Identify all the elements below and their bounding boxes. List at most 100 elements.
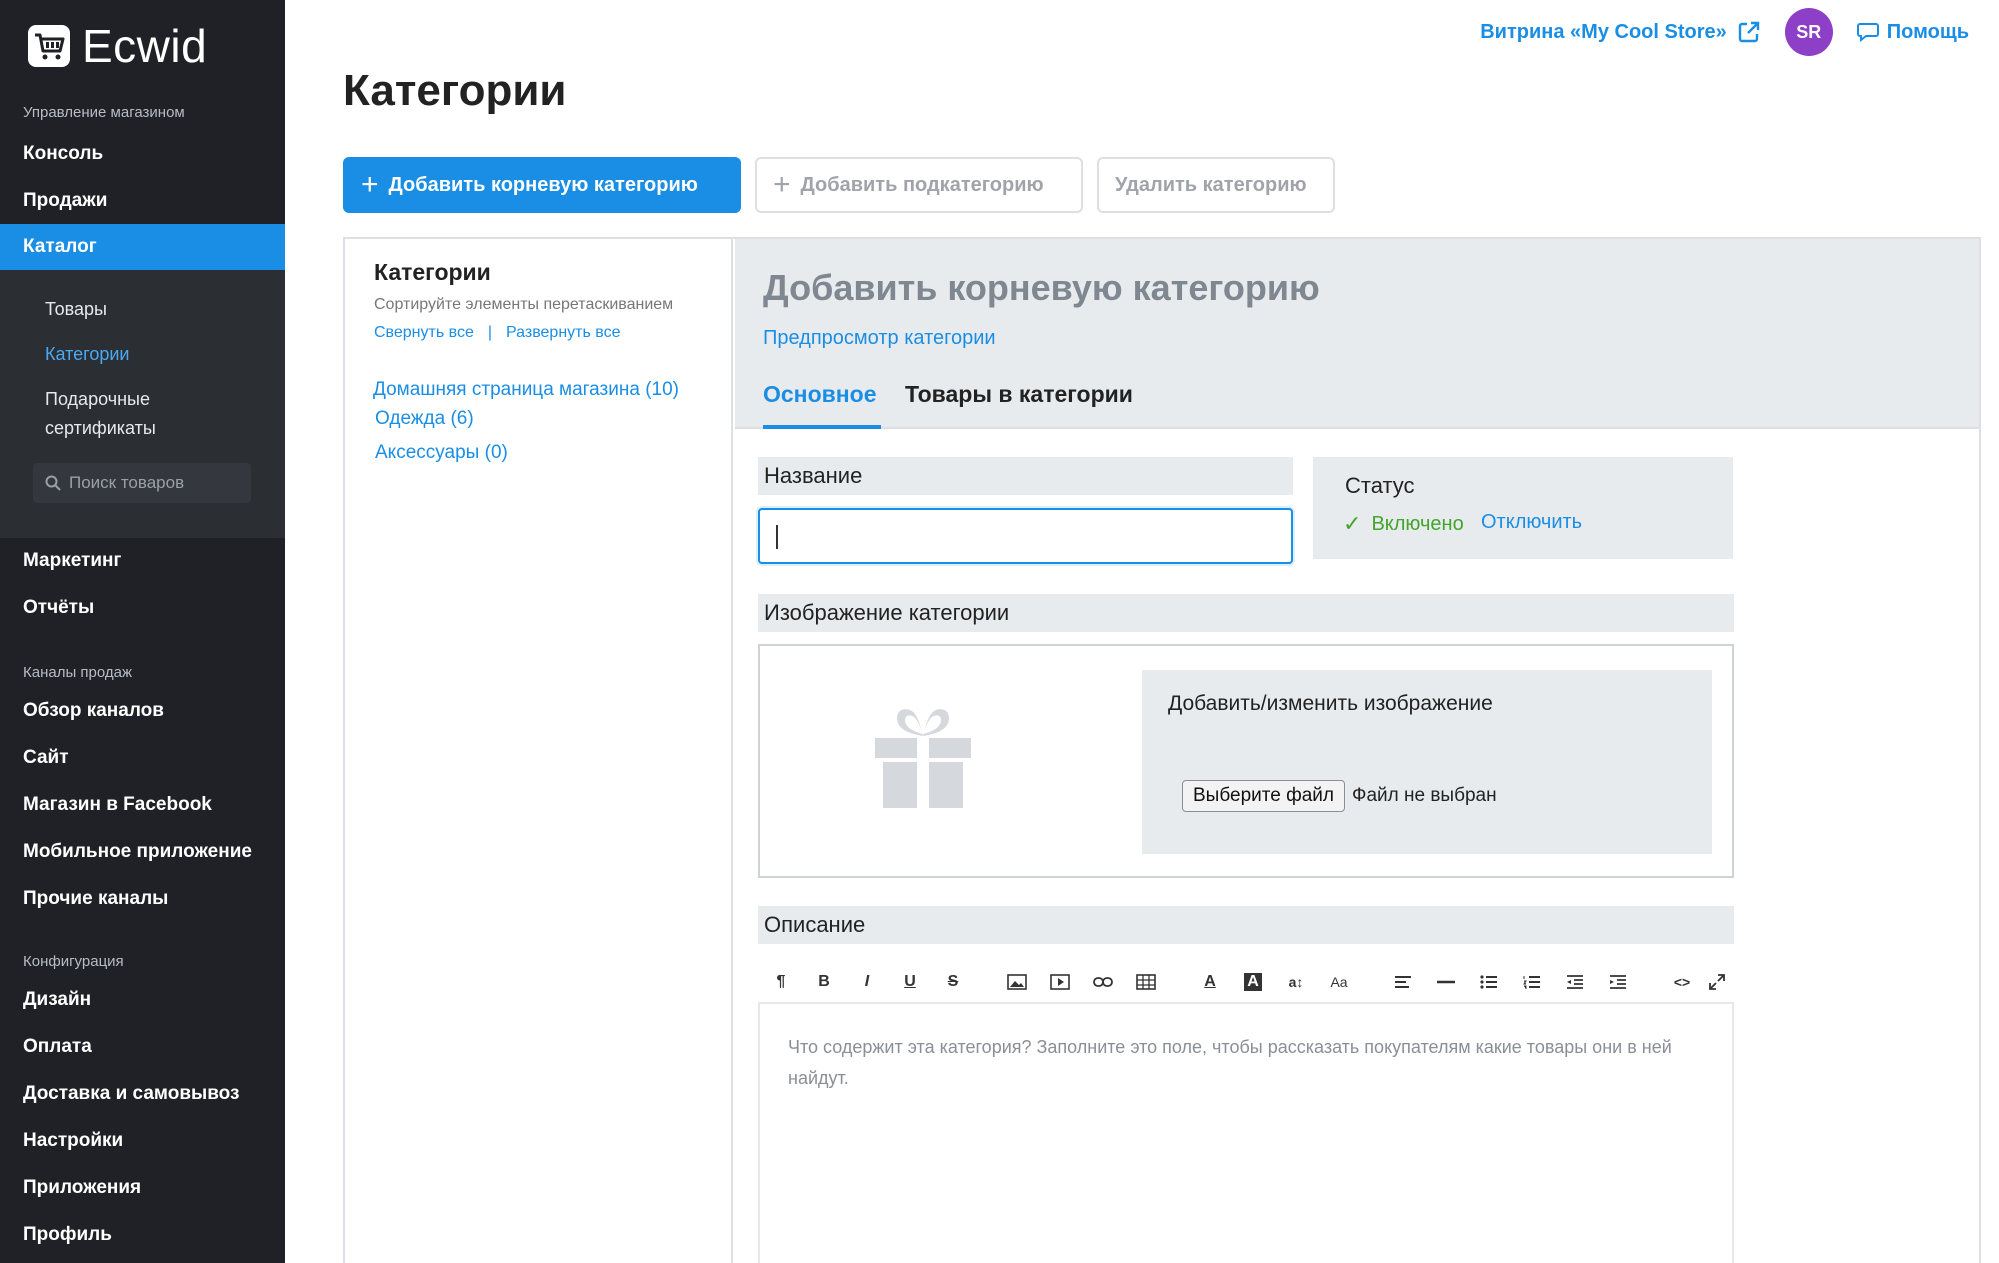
sidebar-subitem-gift-cards-line2[interactable]: сертификаты — [45, 414, 156, 443]
sidebar-item-label: Каталог — [23, 236, 97, 257]
sidebar-item-apps[interactable]: Приложения — [23, 1177, 141, 1199]
image-change-title: Добавить/изменить изображение — [1168, 692, 1493, 715]
collapse-all-link[interactable]: Свернуть все — [374, 324, 474, 341]
font-size-icon[interactable]: a↕ — [1283, 970, 1309, 994]
sidebar-subitem-categories[interactable]: Категории — [45, 340, 129, 369]
expand-all-link[interactable]: Развернуть все — [506, 324, 620, 341]
font-family-icon[interactable]: Aa — [1326, 970, 1352, 994]
image-icon[interactable] — [1004, 970, 1030, 994]
storefront-link-label: Витрина «My Cool Store» — [1480, 20, 1727, 43]
name-label: Название — [758, 457, 1293, 495]
category-name-input[interactable] — [758, 508, 1293, 564]
table-icon[interactable] — [1133, 970, 1159, 994]
status-label: Статус — [1345, 473, 1415, 498]
underline-icon[interactable]: U — [897, 970, 923, 994]
status-enabled: ✓ Включено — [1343, 511, 1464, 537]
video-icon[interactable] — [1047, 970, 1073, 994]
numbered-list-icon[interactable] — [1519, 970, 1545, 994]
check-icon: ✓ — [1343, 511, 1362, 536]
sidebar-item-mobile-app[interactable]: Мобильное приложение — [23, 841, 252, 863]
horizontal-line-icon[interactable] — [1433, 970, 1459, 994]
active-tab-indicator — [763, 425, 881, 429]
delete-category-label: Удалить категорию — [1115, 173, 1307, 196]
sidebar-subitem-gift-cards[interactable]: Подарочные — [45, 385, 150, 414]
gift-icon — [875, 709, 971, 808]
search-placeholder: Поиск товаров — [69, 473, 185, 492]
tree-item-accessories[interactable]: Аксессуары (0) — [375, 442, 508, 464]
delete-category-button[interactable]: Удалить категорию — [1097, 157, 1335, 213]
add-root-category-button[interactable]: + Добавить корневую категорию — [343, 157, 741, 213]
add-subcategory-button[interactable]: + Добавить подкатегорию — [755, 157, 1083, 213]
editor-toolbar: ¶ B I U S A A a↕ Aa <> — [758, 960, 1734, 1004]
sidebar-item-profile[interactable]: Профиль — [23, 1224, 112, 1246]
plus-icon: + — [773, 168, 791, 201]
sidebar-subitem-products[interactable]: Товары — [45, 295, 107, 324]
sidebar-item-settings[interactable]: Настройки — [23, 1130, 123, 1152]
editor-header: Добавить корневую категорию Предпросмотр… — [735, 239, 1979, 429]
description-editor[interactable]: Что содержит эта категория? Заполните эт… — [758, 1004, 1734, 1263]
search-icon — [45, 475, 61, 491]
logo-text: Ecwid — [82, 20, 208, 72]
section-configuration: Конфигурация — [23, 953, 124, 970]
cart-icon — [28, 25, 70, 67]
help-label: Помощь — [1886, 20, 1969, 43]
tree-links: Свернуть все | Развернуть все — [374, 324, 620, 342]
link-icon[interactable] — [1090, 970, 1116, 994]
tab-general[interactable]: Основное — [763, 381, 877, 408]
text-color-icon[interactable]: A — [1197, 970, 1223, 994]
code-view-icon[interactable]: <> — [1669, 970, 1695, 994]
ecwid-logo[interactable]: Ecwid — [28, 20, 207, 72]
sidebar-item-catalog[interactable]: Каталог — [0, 224, 285, 270]
help-link[interactable]: Помощь — [1856, 20, 1969, 44]
sidebar-item-sales[interactable]: Продажи — [23, 190, 107, 212]
chat-bubble-icon — [1856, 23, 1879, 42]
add-root-category-label: Добавить корневую категорию — [388, 173, 698, 196]
sidebar-item-other-channels[interactable]: Прочие каналы — [23, 888, 168, 910]
sidebar-item-reports[interactable]: Отчёты — [23, 597, 94, 619]
description-placeholder: Что содержит эта категория? Заполните эт… — [788, 1037, 1672, 1088]
sidebar-item-facebook-store[interactable]: Магазин в Facebook — [23, 794, 212, 816]
align-icon[interactable] — [1390, 970, 1416, 994]
tree-title: Категории — [374, 259, 491, 285]
external-link-icon — [1738, 21, 1759, 43]
add-subcategory-label: Добавить подкатегорию — [800, 173, 1044, 196]
tab-category-products[interactable]: Товары в категории — [905, 381, 1133, 408]
tree-links-separator: | — [487, 324, 492, 341]
tree-item-home[interactable]: Домашняя страница магазина (10) — [373, 379, 679, 401]
strikethrough-icon[interactable]: S — [940, 970, 966, 994]
page-title: Категории — [343, 66, 567, 115]
section-sales-channels: Каналы продаж — [23, 664, 133, 681]
fullscreen-icon[interactable] — [1704, 970, 1730, 994]
top-bar: Витрина «My Cool Store» SR Помощь — [1480, 8, 1969, 56]
choose-file-button[interactable]: Выберите файл — [1182, 780, 1345, 812]
avatar[interactable]: SR — [1784, 8, 1833, 56]
background-color-icon[interactable]: A — [1240, 970, 1266, 994]
sidebar-item-console[interactable]: Консоль — [23, 143, 103, 165]
sidebar-item-payment[interactable]: Оплата — [23, 1036, 92, 1058]
sidebar-item-channels-overview[interactable]: Обзор каналов — [23, 700, 164, 722]
plus-icon: + — [361, 168, 379, 201]
outdent-icon[interactable] — [1562, 970, 1588, 994]
sidebar-item-design[interactable]: Дизайн — [23, 989, 91, 1011]
editor-title: Добавить корневую категорию — [763, 267, 1320, 308]
sidebar-item-site[interactable]: Сайт — [23, 747, 69, 769]
sidebar: Ecwid Управление магазином Консоль Прода… — [0, 0, 285, 1263]
category-tree: Категории Сортируйте элементы перетаскив… — [345, 239, 733, 1263]
paragraph-icon[interactable]: ¶ — [768, 970, 794, 994]
sidebar-item-marketing[interactable]: Маркетинг — [23, 550, 121, 572]
disable-link[interactable]: Отключить — [1481, 511, 1582, 534]
sidebar-search-input[interactable]: Поиск товаров — [33, 463, 251, 503]
text-caret — [776, 525, 778, 549]
storefront-link[interactable]: Витрина «My Cool Store» — [1480, 20, 1761, 44]
tree-item-clothing[interactable]: Одежда (6) — [375, 408, 474, 430]
tree-hint: Сортируйте элементы перетаскиванием — [374, 296, 674, 313]
indent-icon[interactable] — [1605, 970, 1631, 994]
sidebar-item-shipping[interactable]: Доставка и самовывоз — [23, 1083, 239, 1105]
section-store-management: Управление магазином — [23, 104, 185, 121]
bold-icon[interactable]: B — [811, 970, 837, 994]
status-box: Статус ✓ Включено Отключить — [1313, 457, 1733, 559]
image-label: Изображение категории — [758, 594, 1734, 632]
italic-icon[interactable]: I — [854, 970, 880, 994]
category-preview-link[interactable]: Предпросмотр категории — [763, 327, 996, 350]
bullet-list-icon[interactable] — [1476, 970, 1502, 994]
